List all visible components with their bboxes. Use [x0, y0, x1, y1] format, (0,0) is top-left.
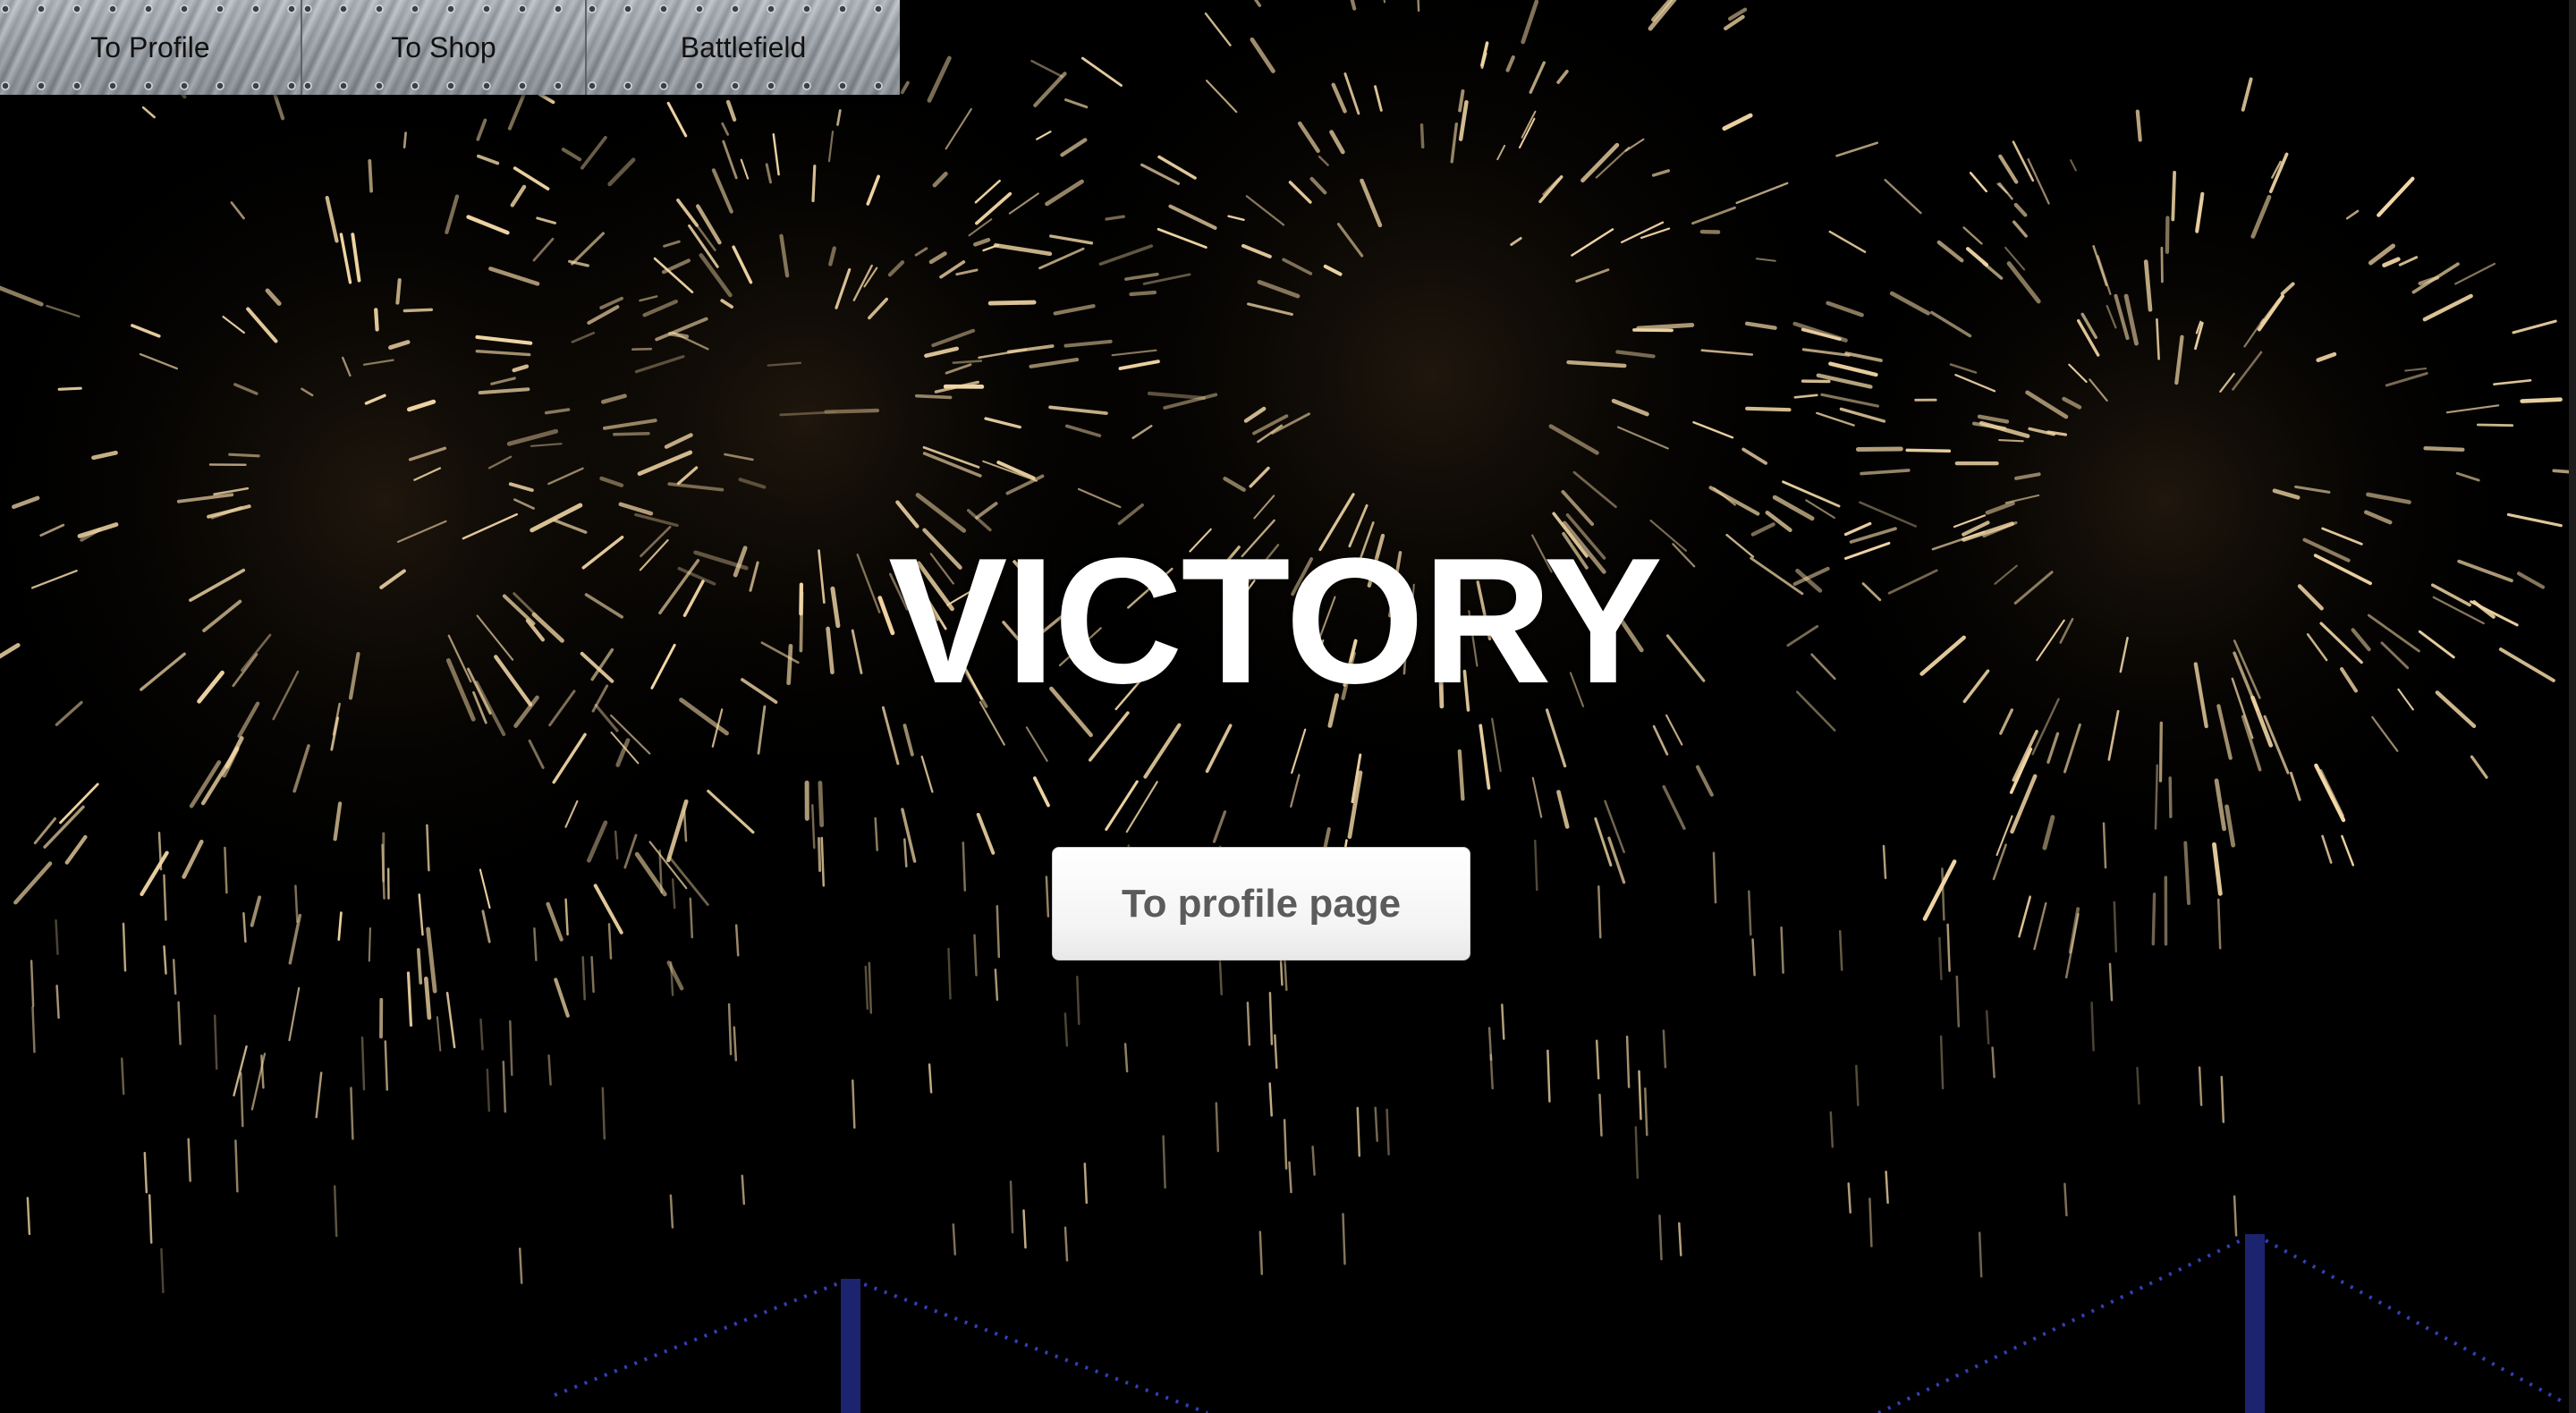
firework-spark [631, 347, 653, 351]
nav-to-profile[interactable]: To Profile [0, 0, 302, 95]
firework-spark [2165, 216, 2170, 254]
firework-spark [57, 386, 82, 391]
firework-spark [1855, 446, 1903, 452]
firework-spark [1129, 290, 1157, 297]
victory-screen: To Profile To Shop Battlefield VICTORY T… [0, 0, 2576, 1413]
bridge-tower [841, 1279, 860, 1413]
firework-spark [2160, 246, 2164, 283]
firework-spark [368, 158, 374, 193]
firework-spark [1745, 406, 1792, 412]
to-profile-page-button-label: To profile page [1121, 881, 1402, 926]
firework-spark [2151, 893, 2157, 946]
bridge-tower [2245, 1234, 2265, 1413]
firework-spark [2476, 423, 2514, 427]
firework-spark [987, 300, 1037, 306]
firework-spark [402, 131, 407, 149]
firework-spark [402, 308, 433, 313]
nav-battlefield[interactable]: Battlefield [587, 0, 900, 95]
firework-spark [1417, 0, 1420, 13]
victory-title: VICTORY [888, 521, 1663, 721]
firework-spark [2423, 446, 2465, 452]
firework-spark [2135, 109, 2142, 142]
top-navigation-bar: To Profile To Shop Battlefield [0, 0, 900, 95]
firework-spark [915, 393, 953, 400]
firework-spark [368, 927, 371, 962]
firework-spark [818, 781, 825, 827]
firework-spark [395, 278, 402, 305]
firework-spark [2171, 170, 2177, 222]
nav-to-shop-label: To Shop [391, 30, 496, 63]
nav-battlefield-label: Battlefield [680, 30, 807, 63]
window-edge [2569, 0, 2576, 1413]
nav-to-shop[interactable]: To Shop [302, 0, 587, 95]
firework-spark [818, 836, 822, 872]
firework-spark [1419, 123, 1425, 149]
firework-spark [2520, 397, 2563, 403]
firework-spark [668, 331, 690, 339]
firework-spark [416, 948, 423, 985]
firework-spark [1905, 448, 1952, 453]
to-profile-page-button[interactable]: To profile page [1052, 847, 1470, 960]
nav-to-profile-label: To Profile [90, 30, 210, 63]
firework-spark [374, 308, 379, 332]
firework-spark [811, 165, 817, 203]
firework-spark [2168, 776, 2173, 818]
firework-spark [228, 453, 260, 458]
firework-spark [1998, 439, 2024, 443]
firework-spark [2158, 721, 2163, 783]
